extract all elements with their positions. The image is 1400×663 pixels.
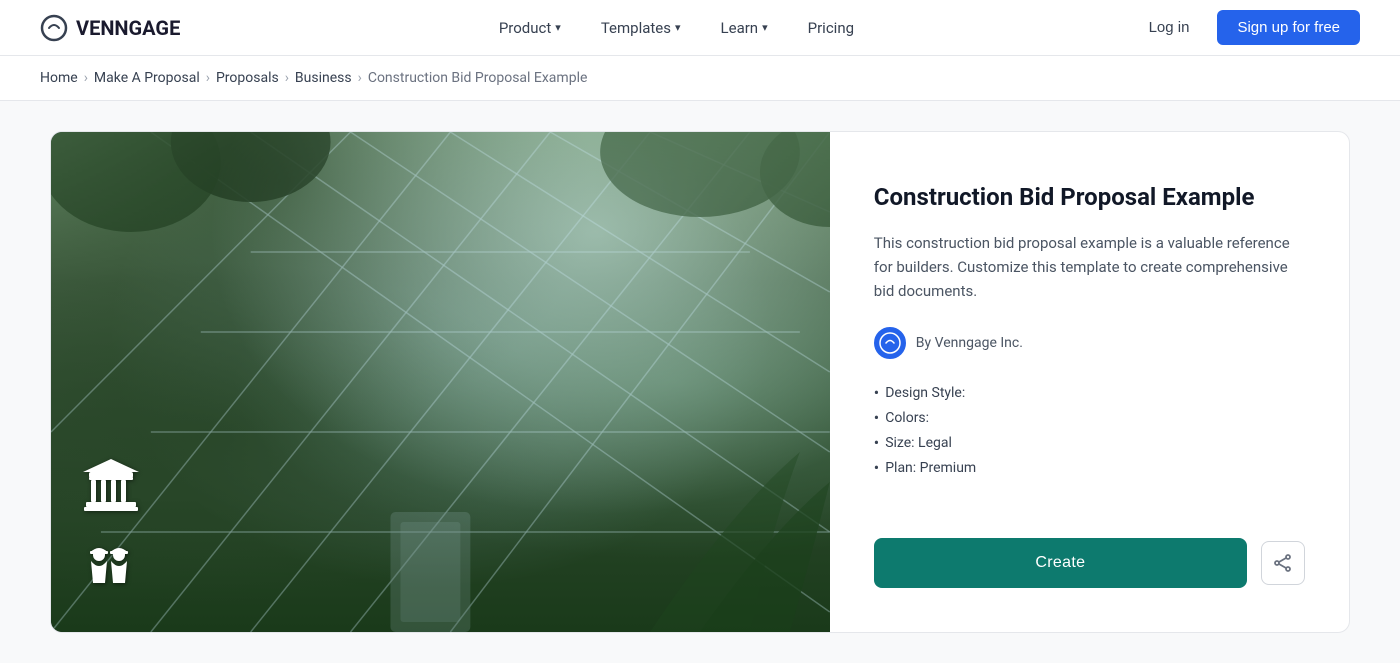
worker-icon [81,533,141,602]
breadcrumb-sep-1: › [84,70,88,86]
template-description: This construction bid proposal example i… [874,231,1305,303]
nav-pricing[interactable]: Pricing [790,11,872,45]
template-card: Construction Bid Proposal Example This c… [50,131,1350,633]
breadcrumb-sep-3: › [285,70,289,86]
breadcrumb: Home › Make A Proposal › Proposals › Bus… [0,56,1400,101]
signup-button[interactable]: Sign up for free [1217,10,1360,45]
glass-ceiling-svg [51,132,830,632]
breadcrumb-sep-2: › [206,70,210,86]
share-button[interactable] [1261,541,1305,585]
nav-product[interactable]: Product ▾ [481,11,579,45]
author-avatar [874,327,906,359]
breadcrumb-business[interactable]: Business [295,70,352,86]
template-image-icons [81,457,141,602]
meta-list: Design Style: Colors: Size: Legal Plan: … [874,383,1305,477]
chevron-down-icon: ▾ [555,21,561,34]
chevron-down-icon: ▾ [675,21,681,34]
breadcrumb-home[interactable]: Home [40,70,78,86]
meta-colors: Colors: [874,408,1305,427]
template-info-panel: Construction Bid Proposal Example This c… [830,132,1349,632]
breadcrumb-current: Construction Bid Proposal Example [368,70,588,86]
breadcrumb-proposals[interactable]: Proposals [216,70,279,86]
meta-design-style: Design Style: [874,383,1305,402]
logo[interactable]: VENNGAGE [40,14,180,42]
meta-plan: Plan: Premium [874,458,1305,477]
meta-size: Size: Legal [874,433,1305,452]
nav-learn[interactable]: Learn ▾ [703,11,786,45]
breadcrumb-sep-4: › [358,70,362,86]
building-icon [81,457,141,521]
author-name: By Venngage Inc. [916,335,1023,351]
chevron-down-icon: ▾ [762,21,768,34]
logo-icon [40,14,68,42]
login-button[interactable]: Log in [1133,11,1206,44]
action-row: Create [874,538,1305,588]
nav-actions: Log in Sign up for free [1133,10,1360,45]
template-title: Construction Bid Proposal Example [874,182,1305,213]
share-icon [1274,554,1292,572]
main-content: Construction Bid Proposal Example This c… [0,101,1400,663]
nav-templates[interactable]: Templates ▾ [583,11,699,45]
nav-menu: Product ▾ Templates ▾ Learn ▾ Pricing [220,11,1132,45]
template-image-panel [51,132,830,632]
create-button[interactable]: Create [874,538,1247,588]
navbar: VENNGAGE Product ▾ Templates ▾ Learn ▾ P… [0,0,1400,56]
logo-text: VENNGAGE [76,16,180,40]
author-row: By Venngage Inc. [874,327,1305,359]
breadcrumb-make-proposal[interactable]: Make A Proposal [94,70,200,86]
